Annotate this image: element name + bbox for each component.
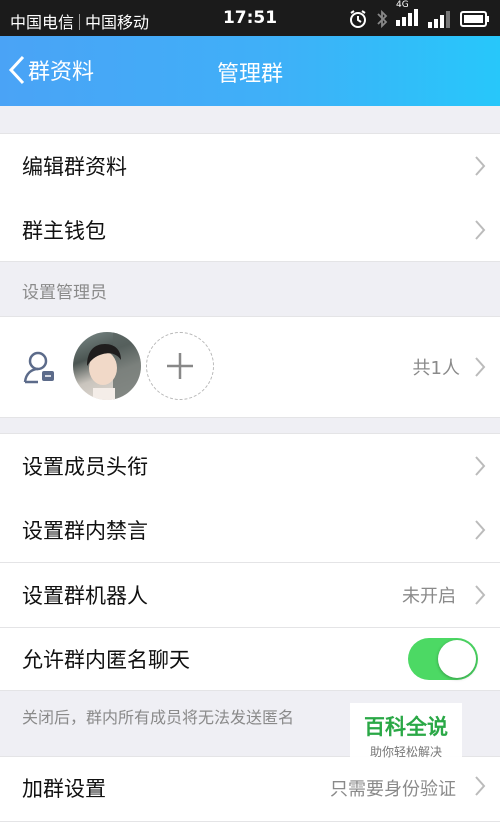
edit-group-profile-label: 编辑群资料 [22, 155, 127, 179]
toggle-knob [438, 640, 476, 678]
group-robot-status: 未开启 [402, 586, 456, 607]
chevron-right-icon [475, 585, 486, 605]
alarm-icon [350, 10, 366, 28]
anonymous-note-text: 关闭后，群内所有成员将无法发送匿名 [22, 708, 295, 727]
join-settings-label: 加群设置 [22, 777, 106, 801]
add-admin-button[interactable] [146, 332, 214, 400]
chevron-right-icon [475, 219, 486, 240]
admin-person-icon [23, 351, 54, 384]
chevron-right-icon [475, 520, 486, 540]
join-settings-value: 只需要身份验证 [330, 779, 456, 800]
admin-count: 共1人 [412, 358, 460, 379]
bluetooth-icon [377, 9, 388, 29]
edit-group-profile-row[interactable]: 编辑群资料 [0, 133, 500, 199]
anonymous-chat-toggle[interactable] [408, 638, 478, 680]
avatar-portrait-icon [87, 332, 141, 400]
group-mute-row[interactable]: 设置群内禁言 [0, 498, 500, 563]
join-settings-row[interactable]: 加群设置 只需要身份验证 [0, 756, 500, 822]
chevron-right-icon [475, 456, 486, 476]
plus-icon [167, 353, 193, 379]
group-robot-label: 设置群机器人 [22, 584, 148, 608]
signal-4g-icon [396, 9, 418, 26]
page-title: 管理群 [216, 62, 283, 87]
admin-section-title: 设置管理员 [22, 283, 107, 303]
owner-wallet-label: 群主钱包 [22, 218, 106, 243]
battery-icon [460, 11, 489, 27]
owner-wallet-row[interactable]: 群主钱包 [0, 198, 500, 262]
anonymous-chat-row: 允许群内匿名聊天 [0, 628, 500, 691]
watermark: 百科全说 助你轻松解决 [350, 703, 462, 763]
group-robot-row[interactable]: 设置群机器人 未开启 [0, 563, 500, 628]
anonymous-chat-label: 允许群内匿名聊天 [22, 648, 190, 672]
status-icons: 4G [348, 0, 490, 30]
chevron-right-icon [475, 156, 486, 176]
group-mute-label: 设置群内禁言 [22, 519, 148, 543]
watermark-title: 百科全说 [364, 715, 448, 739]
signal-icon [428, 11, 450, 28]
nav-bar: 群资料 管理群 [0, 36, 500, 106]
admin-section-header: 设置管理员 [0, 278, 500, 303]
status-bar: 中国电信 中国移动 17:51 4G [0, 0, 500, 36]
admin-row: 共1人 [0, 316, 500, 418]
chevron-right-icon[interactable] [474, 356, 486, 378]
member-title-label: 设置成员头衔 [22, 455, 148, 479]
chevron-right-icon [475, 776, 486, 796]
member-title-row[interactable]: 设置成员头衔 [0, 433, 500, 499]
watermark-subtitle: 助你轻松解决 [369, 745, 442, 759]
network-type: 4G [396, 0, 409, 10]
admin-avatar[interactable] [73, 332, 141, 400]
